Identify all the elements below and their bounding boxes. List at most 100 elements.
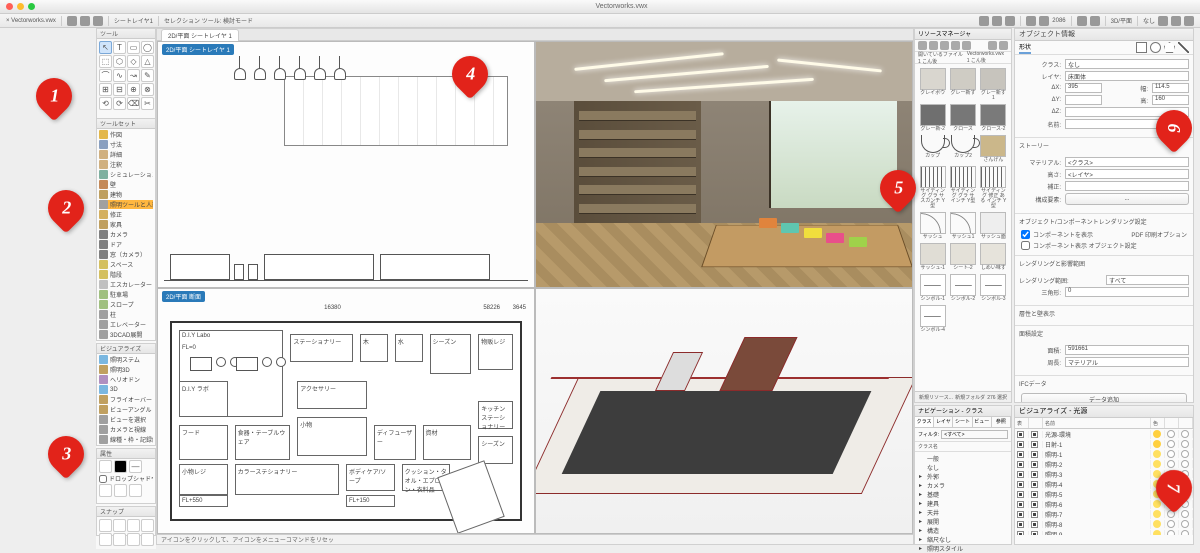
dot-icon[interactable] xyxy=(1167,520,1175,528)
tool-button[interactable]: ⌫ xyxy=(127,97,140,110)
light-row[interactable]: 照明-8 xyxy=(1015,519,1193,529)
tool-button[interactable]: ⊞ xyxy=(99,83,112,96)
file-filter-b[interactable]: Vectorworks.vwx 1 こん後 xyxy=(967,51,1008,64)
toolset-item[interactable]: 3DCAD展開 xyxy=(99,330,153,339)
tool-button[interactable]: ⬚ xyxy=(99,55,112,68)
resource-item[interactable]: シンボル-3 xyxy=(980,274,1007,302)
toolbar-icon[interactable] xyxy=(67,16,77,26)
resource-item[interactable]: サイディング グラ サ スカンチ Y型 xyxy=(919,166,946,209)
shape-tab[interactable]: 形状 xyxy=(1019,42,1031,54)
view-mode[interactable]: 3D/平面 xyxy=(1111,16,1132,25)
dot-icon[interactable] xyxy=(1181,450,1189,458)
visibility-check[interactable] xyxy=(1017,431,1024,438)
resource-item[interactable]: さんげん xyxy=(980,135,1007,163)
close-window-button[interactable] xyxy=(6,3,13,10)
toolbar-icon[interactable] xyxy=(1077,16,1087,26)
on-check[interactable] xyxy=(1031,511,1038,518)
dot-icon[interactable] xyxy=(1181,510,1189,518)
dropshadow-checkbox[interactable] xyxy=(99,475,107,483)
toolbar-icon[interactable] xyxy=(1171,16,1181,26)
search-icon[interactable] xyxy=(962,41,971,50)
viewport-3d[interactable] xyxy=(535,288,913,535)
resource-item[interactable]: シンボル-4 xyxy=(919,305,946,333)
viewport-plan[interactable]: 2D/平面 断面 16380 3645 58226 D.I.Y Labo FL=… xyxy=(157,288,535,535)
toolbar-icon[interactable] xyxy=(979,16,989,26)
toolset-item[interactable]: スロープ xyxy=(99,300,153,309)
color-dot[interactable] xyxy=(1153,500,1161,508)
class-tree-item[interactable]: ▸展開 xyxy=(917,517,1009,526)
filter-dropdown[interactable]: <すべて> xyxy=(941,430,1008,439)
shape-rect-icon[interactable] xyxy=(1136,42,1147,53)
visibility-check[interactable] xyxy=(1017,461,1024,468)
tool-button[interactable]: ⌒ xyxy=(99,69,112,82)
h-field[interactable]: 160 xyxy=(1152,95,1189,105)
resource-item[interactable]: グレー新-2 xyxy=(919,104,946,132)
toolset-item[interactable]: 家具 xyxy=(99,220,153,229)
on-check[interactable] xyxy=(1031,471,1038,478)
pen-swatch[interactable] xyxy=(114,460,127,473)
class-tree-item[interactable]: ▸建具 xyxy=(917,499,1009,508)
view-tab[interactable]: 2D/平面 シートレイヤ 1 xyxy=(161,29,239,41)
toolbar-icon[interactable] xyxy=(93,16,103,26)
snap-button[interactable] xyxy=(141,533,154,546)
toolset-item[interactable]: 寸法 xyxy=(99,140,153,149)
zoom-window-button[interactable] xyxy=(28,3,35,10)
on-check[interactable] xyxy=(1031,531,1038,536)
resource-item[interactable]: カップ2 xyxy=(949,135,976,163)
add-data-button[interactable]: データ追加 xyxy=(1021,393,1187,403)
attr-icon[interactable] xyxy=(114,484,127,497)
color-dot[interactable] xyxy=(1153,510,1161,518)
visibility-check[interactable] xyxy=(1017,531,1024,536)
class-tree-item[interactable]: ▸照明スタイル xyxy=(917,544,1009,553)
class-tree-item[interactable]: ▸天井 xyxy=(917,508,1009,517)
color-dot[interactable] xyxy=(1153,440,1161,448)
nav-tab[interactable]: 参照 xyxy=(992,417,1011,427)
resource-item[interactable]: サイディング 修正 ある インチ Y型 xyxy=(980,166,1007,209)
nav-tab[interactable]: シート xyxy=(953,417,972,427)
toolbar-icon[interactable] xyxy=(1184,16,1194,26)
visualize-item[interactable]: ビューを選択 xyxy=(99,415,153,424)
toolbar-icon[interactable] xyxy=(992,16,1002,26)
resource-item[interactable]: シンボル-2 xyxy=(949,274,976,302)
resource-item[interactable]: グレー新す1 xyxy=(980,68,1007,101)
class-tree-item[interactable]: ▸縮尺なし xyxy=(917,535,1009,544)
viewport-render[interactable] xyxy=(535,41,913,288)
visibility-check[interactable] xyxy=(1017,481,1024,488)
class-dropdown[interactable]: なし xyxy=(1143,16,1155,25)
shape-poly-icon[interactable] xyxy=(1164,42,1175,53)
light-row[interactable]: 照明-1 xyxy=(1015,449,1193,459)
visibility-check[interactable] xyxy=(1017,521,1024,528)
resource-item[interactable]: サッシュ1 xyxy=(949,212,976,240)
layer-field[interactable]: 床面体 xyxy=(1065,71,1189,81)
dot-icon[interactable] xyxy=(1181,440,1189,448)
toolset-item[interactable]: カメラ xyxy=(99,230,153,239)
dot-icon[interactable] xyxy=(1181,460,1189,468)
tool-button[interactable]: ⟳ xyxy=(113,97,126,110)
color-dot[interactable] xyxy=(1153,530,1161,535)
dot-icon[interactable] xyxy=(1167,440,1175,448)
component-display-check[interactable] xyxy=(1021,241,1030,250)
perim-field[interactable]: マテリアル xyxy=(1065,357,1189,367)
tool-button[interactable]: △ xyxy=(141,55,154,68)
visibility-check[interactable] xyxy=(1017,501,1024,508)
fwd-icon[interactable] xyxy=(940,41,949,50)
resource-item[interactable]: シート-2 xyxy=(949,243,976,271)
resource-item[interactable]: しめい味す xyxy=(980,243,1007,271)
visibility-check[interactable] xyxy=(1017,471,1024,478)
w-field[interactable]: 114.5 xyxy=(1152,83,1189,93)
toolbar-icon[interactable] xyxy=(1026,16,1036,26)
class-tree-item[interactable]: ▸外郭 xyxy=(917,472,1009,481)
shape-circle-icon[interactable] xyxy=(1150,42,1161,53)
tool-button[interactable]: ⟲ xyxy=(99,97,112,110)
tool-button[interactable]: ⊟ xyxy=(113,83,126,96)
toolset-item[interactable]: 建物 xyxy=(99,190,153,199)
nav-tab[interactable]: ビュー xyxy=(973,417,992,427)
on-check[interactable] xyxy=(1031,521,1038,528)
fill-swatch[interactable] xyxy=(99,460,112,473)
component-button[interactable]: ... xyxy=(1065,193,1189,205)
class-tree-item[interactable]: なし xyxy=(917,463,1009,472)
visualize-item[interactable]: 3D xyxy=(99,385,153,394)
color-dot[interactable] xyxy=(1153,430,1161,438)
color-dot[interactable] xyxy=(1153,450,1161,458)
tool-button[interactable]: ⊗ xyxy=(141,83,154,96)
